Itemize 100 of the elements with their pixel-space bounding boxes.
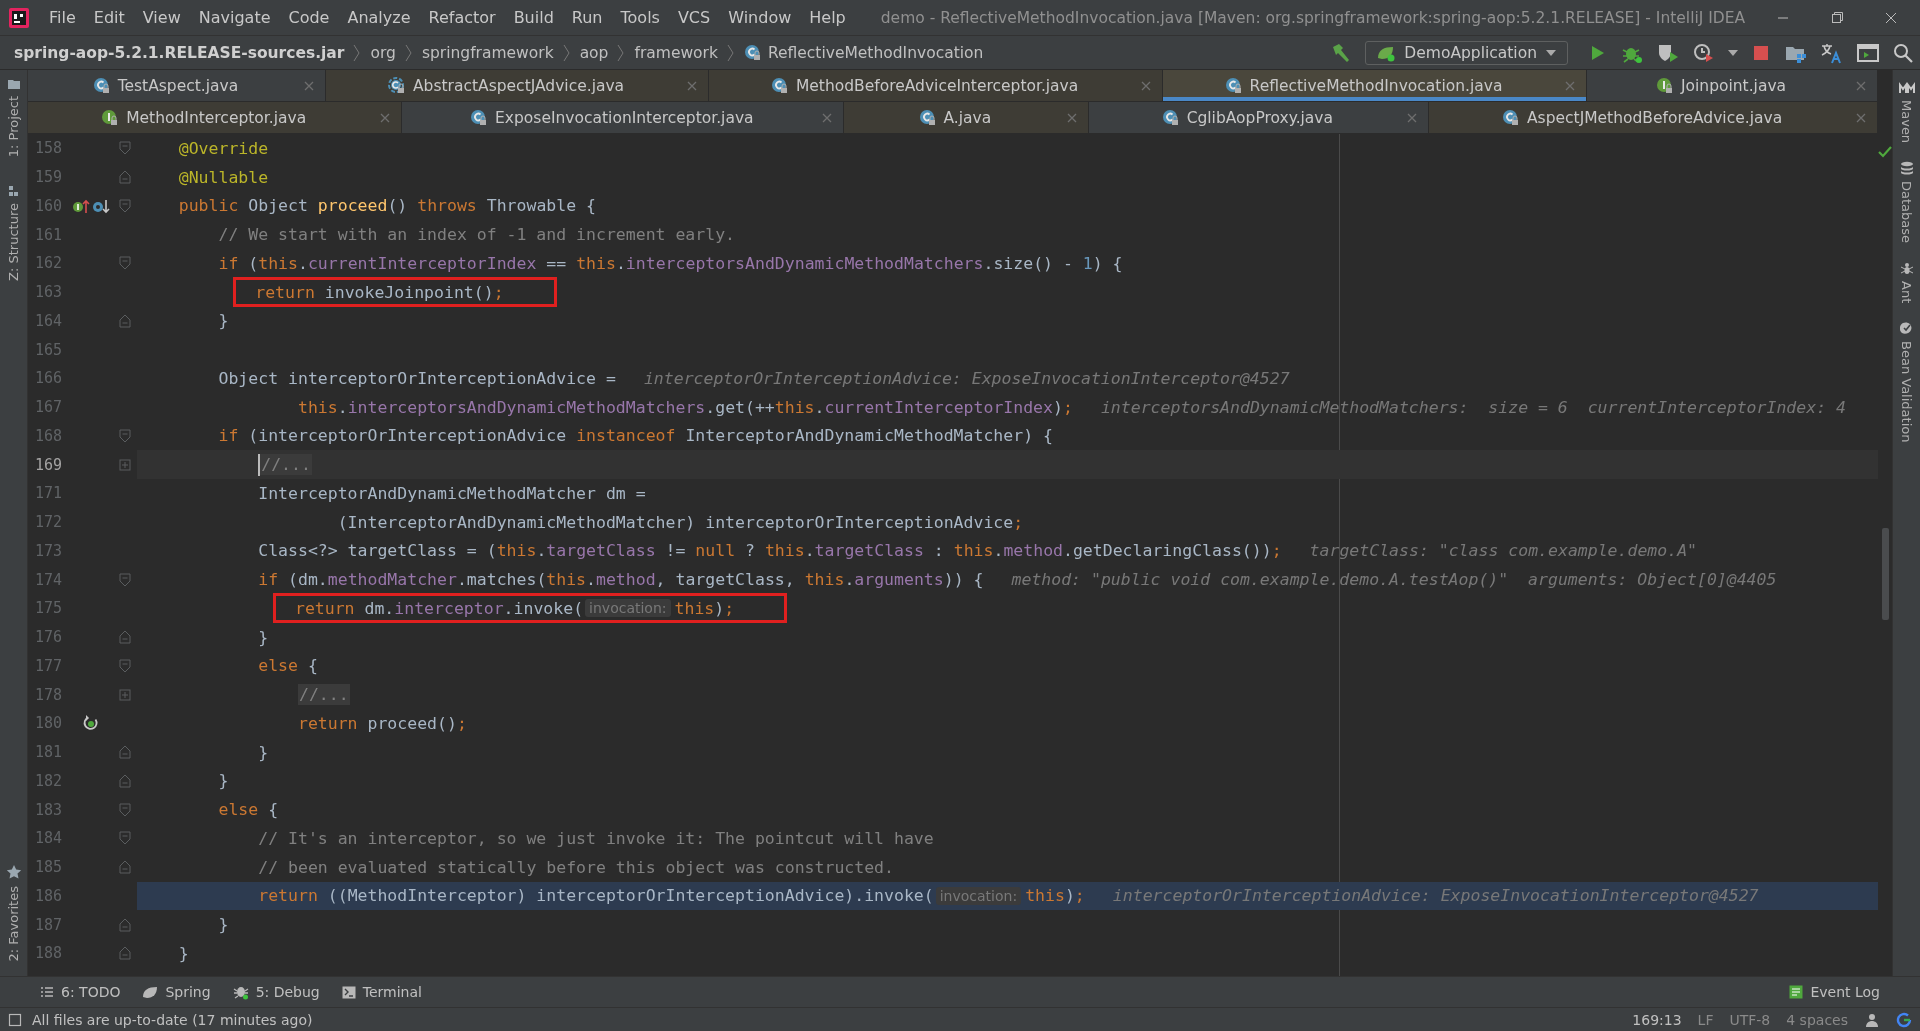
menu-item[interactable]: View xyxy=(133,8,190,27)
code-line: return proceed(); xyxy=(297,713,467,733)
tool-window-button[interactable]: Terminal xyxy=(341,984,422,1000)
code-line: } xyxy=(218,915,229,935)
g-logo-icon[interactable] xyxy=(1896,1011,1912,1028)
caret-position[interactable]: 169:13 xyxy=(1632,1011,1682,1028)
fold-icon[interactable] xyxy=(119,658,131,673)
class-file-icon xyxy=(770,77,788,94)
close-icon[interactable] xyxy=(1140,79,1152,92)
translate-icon[interactable] xyxy=(1820,41,1844,64)
list-icon xyxy=(40,986,54,998)
tool-window-tab[interactable]: Ant xyxy=(1899,281,1914,304)
close-icon[interactable] xyxy=(1564,79,1577,92)
menu-item[interactable]: File xyxy=(40,8,85,27)
menu-item[interactable]: Analyze xyxy=(338,8,420,27)
tool-window-button[interactable]: Spring xyxy=(142,984,211,1000)
editor-tab[interactable]: MethodBeforeAdviceInterceptor.java xyxy=(709,70,1163,101)
parameter-hint: invocation: xyxy=(935,886,1022,905)
fold-icon[interactable] xyxy=(119,773,131,788)
code-line: } xyxy=(258,627,269,647)
editor-tab[interactable]: AspectJMethodBeforeAdvice.java xyxy=(1429,102,1878,133)
editor-tab[interactable]: ReflectiveMethodInvocation.java xyxy=(1163,70,1588,101)
fold-icon[interactable] xyxy=(119,917,131,932)
debug-value: interceptorOrInterceptionAdvice: ExposeInvocationInterceptor@4527 xyxy=(1112,886,1759,906)
code-line: // We start with an index of -1 and increment early. xyxy=(218,225,736,245)
fold-icon[interactable] xyxy=(119,313,131,328)
structure-icon xyxy=(7,185,20,198)
menu-item[interactable]: Tools xyxy=(611,8,669,27)
menu-item[interactable]: VCS xyxy=(668,8,720,27)
fold-icon[interactable] xyxy=(119,170,131,185)
class-file-icon xyxy=(918,109,936,126)
close-icon[interactable] xyxy=(1855,111,1867,124)
tool-window-tab[interactable]: Maven xyxy=(1899,100,1914,144)
menu-item[interactable]: Build xyxy=(504,8,563,27)
editor-tab[interactable]: A.java xyxy=(844,102,1089,133)
tool-window-button[interactable]: Event Log xyxy=(1789,984,1880,1000)
close-icon[interactable] xyxy=(686,79,699,92)
toggle-panel-icon[interactable] xyxy=(8,1012,22,1027)
window-icon[interactable] xyxy=(1856,41,1880,64)
code-line: Class<?> targetClass = (this.targetClass != null ? this.targetClass : this.method.getDeclaringClass()); xyxy=(258,541,1282,561)
editor-tab[interactable]: AbstractAspectJAdvice.java xyxy=(325,70,710,101)
menu-item[interactable]: Run xyxy=(562,8,612,27)
menu-item[interactable]: Help xyxy=(800,8,855,27)
chevron-icon xyxy=(404,43,413,62)
close-icon[interactable] xyxy=(379,111,392,124)
tool-window-tab[interactable]: Z: Structure xyxy=(6,203,21,282)
editor-tab[interactable]: MethodInterceptor.java xyxy=(28,102,403,133)
close-icon[interactable] xyxy=(1855,79,1867,92)
tool-window-tab[interactable]: 2: Favorites xyxy=(6,886,21,962)
tool-window-button[interactable]: 6: TODO xyxy=(40,984,121,1000)
close-icon[interactable] xyxy=(821,111,834,124)
fold-icon[interactable] xyxy=(119,428,131,443)
fold-icon[interactable] xyxy=(119,141,131,156)
breadcrumb[interactable]: springframework xyxy=(421,43,554,62)
close-icon[interactable] xyxy=(1406,111,1419,124)
menu-item[interactable]: Edit xyxy=(84,8,134,27)
breadcrumb[interactable]: spring-aop-5.2.1.RELEASE-sources.jar xyxy=(14,43,345,62)
menu-item[interactable]: Window xyxy=(719,8,801,27)
fold-icon[interactable] xyxy=(119,860,131,875)
breadcrumb[interactable]: org xyxy=(370,43,396,62)
fold-icon[interactable] xyxy=(119,831,131,846)
tool-window-tab[interactable]: Database xyxy=(1899,181,1914,244)
code-line: else { xyxy=(218,800,279,820)
code-line: return dm.interceptor.invoke( xyxy=(294,598,584,618)
fold-icon[interactable] xyxy=(119,256,131,271)
close-icon[interactable] xyxy=(302,79,315,92)
code-line: return ((MethodInterceptor) interceptorOrInterceptionAdvice).invoke( xyxy=(258,886,934,906)
fold-icon[interactable] xyxy=(119,572,131,587)
close-icon[interactable] xyxy=(1065,111,1078,124)
fold-icon[interactable] xyxy=(119,630,131,645)
tool-window-button[interactable]: 5: Debug xyxy=(232,984,320,1000)
recursive-call-icon[interactable] xyxy=(81,714,100,733)
run-config-dropdown[interactable]: DemoApplication xyxy=(1365,40,1568,65)
fold-icon[interactable] xyxy=(119,745,131,760)
breadcrumb[interactable]: ReflectiveMethodInvocation xyxy=(767,43,984,62)
fold-icon[interactable] xyxy=(119,802,131,817)
chevron-icon xyxy=(726,43,735,62)
code-line: return invokeJoinpoint(); xyxy=(255,282,504,302)
menu-item[interactable]: Refactor xyxy=(419,8,505,27)
code-line: @Nullable xyxy=(178,167,269,187)
menu-item[interactable]: Navigate xyxy=(189,8,280,27)
line-number: 173 xyxy=(33,541,63,560)
scrollbar-thumb[interactable] xyxy=(1881,528,1889,620)
code-line: } xyxy=(218,771,229,791)
chevron-icon xyxy=(353,43,362,62)
search-icon[interactable] xyxy=(1892,41,1914,64)
fold-icon[interactable] xyxy=(119,946,131,961)
caret-icon[interactable] xyxy=(1728,48,1738,57)
breadcrumb[interactable]: aop xyxy=(579,43,609,62)
tool-window-tab[interactable]: Bean Validation xyxy=(1899,341,1914,443)
line-number: 188 xyxy=(33,944,63,963)
code-line: public Object proceed() throws Throwable { xyxy=(178,196,597,216)
menu-item[interactable]: Code xyxy=(279,8,339,27)
breadcrumb[interactable]: framework xyxy=(634,43,718,62)
expand-icon[interactable] xyxy=(119,458,131,471)
folder-icon xyxy=(6,78,21,90)
event-log-icon xyxy=(1789,985,1804,999)
expand-icon[interactable] xyxy=(119,688,131,701)
fold-icon[interactable] xyxy=(119,198,131,213)
tool-window-tab[interactable]: 1: Project xyxy=(6,96,21,158)
